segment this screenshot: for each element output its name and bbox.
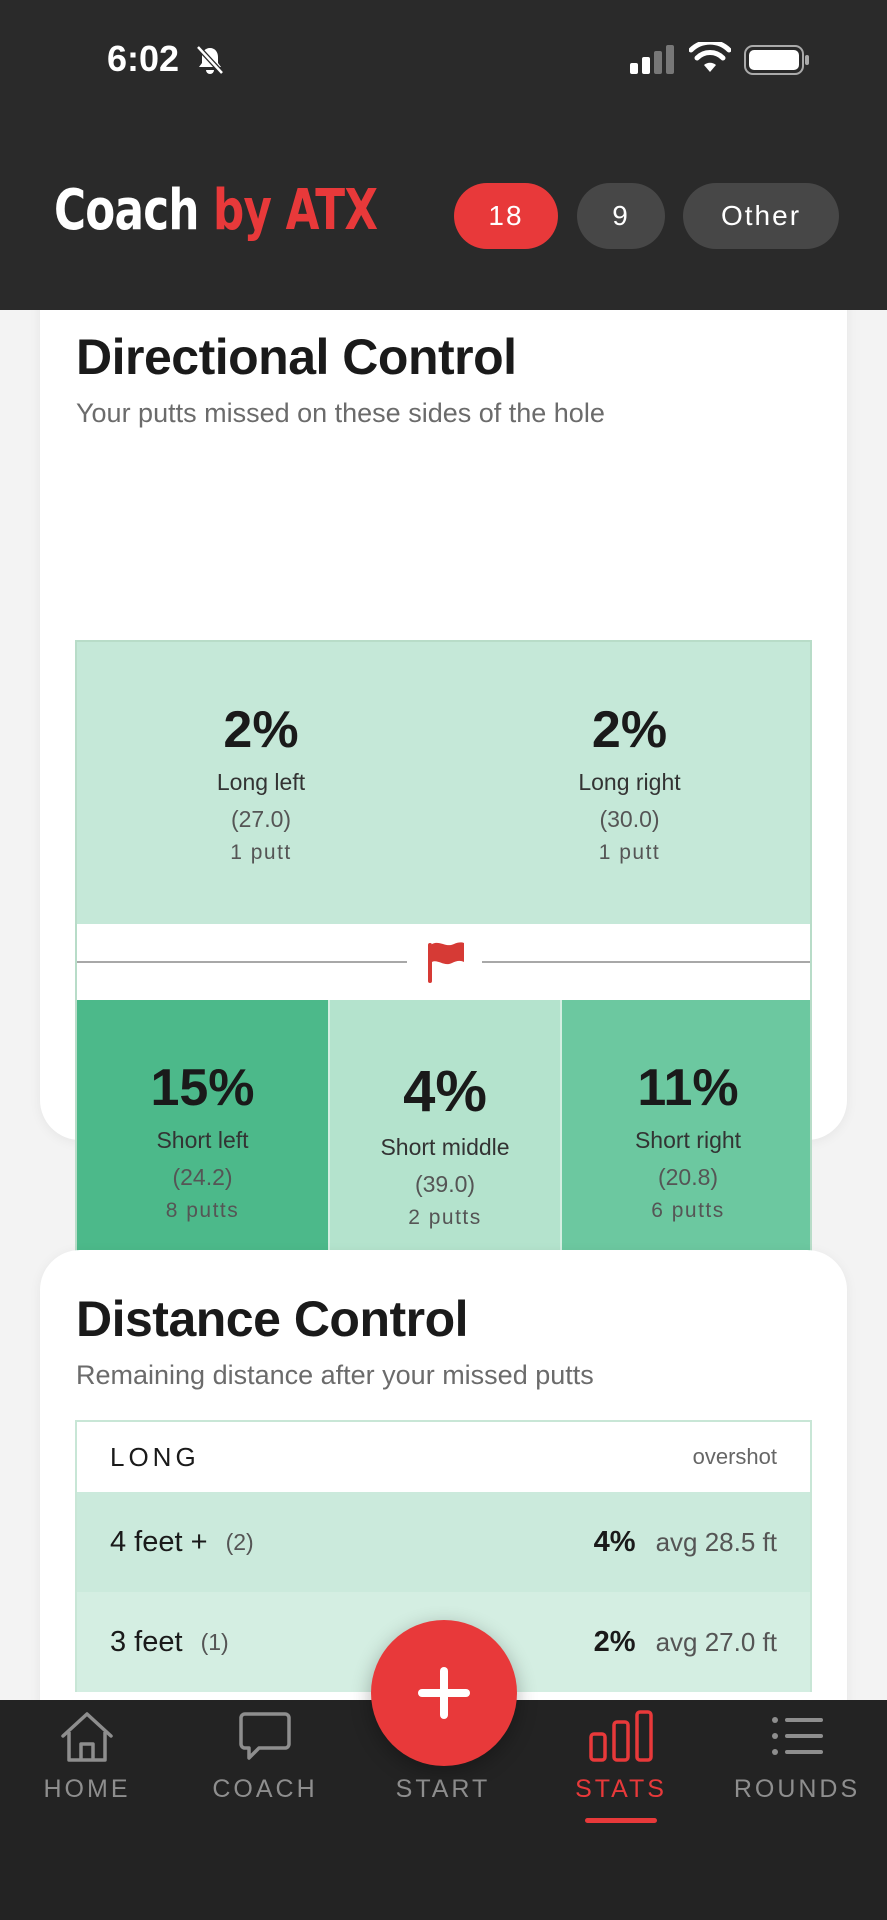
battery-icon [744, 45, 809, 75]
short-left-avg: (24.2) [172, 1164, 233, 1191]
short-right-pct: 11% [637, 1059, 739, 1117]
top-header: 6:02 Coach by ATX 18 9 Other [0, 0, 887, 310]
short-middle-count: 2 putts [408, 1205, 482, 1229]
distance-subtitle: Remaining distance after your missed put… [76, 1360, 594, 1390]
long-left-pct: 2% [223, 701, 299, 759]
row-distance: 4 feet + [110, 1525, 208, 1558]
long-section-header: LONG overshot [77, 1422, 810, 1492]
filter-18-holes[interactable]: 18 [454, 183, 558, 249]
overshot-label: overshot [692, 1444, 777, 1469]
tab-rounds[interactable]: ROUNDS [712, 1700, 882, 1860]
row-avg: avg 27.0 ft [655, 1626, 777, 1657]
tab-stats[interactable]: STATS [536, 1700, 706, 1860]
long-left-avg: (27.0) [230, 806, 292, 833]
long-right-label: Long right [578, 769, 681, 796]
tab-home-label: HOME [43, 1775, 131, 1803]
hole-divider [77, 924, 810, 1000]
tab-start-label: START [395, 1775, 491, 1803]
status-time: 6:02 [107, 38, 180, 79]
short-right-cell[interactable]: 11% Short right (20.8) 6 putts [562, 1059, 810, 1223]
row-pct: 4% [593, 1525, 636, 1558]
tab-stats-label: STATS [575, 1775, 667, 1803]
bar-chart-icon [589, 1710, 653, 1762]
short-left-pct: 15% [150, 1059, 255, 1117]
row-avg: avg 28.5 ft [655, 1526, 777, 1557]
tab-coach-label: COACH [212, 1775, 318, 1803]
distance-title: Distance Control [76, 1291, 469, 1347]
tab-rounds-label: ROUNDS [733, 1775, 861, 1803]
tab-home[interactable]: HOME [2, 1700, 172, 1860]
short-middle-cell[interactable]: 4% Short middle (39.0) 2 putts [330, 1060, 560, 1230]
cellular-signal-icon [630, 45, 674, 74]
directional-control-card: Directional Control Your putts missed on… [40, 180, 847, 1284]
tab-coach[interactable]: COACH [180, 1700, 350, 1860]
row-count: (2) [225, 1528, 254, 1555]
silent-bell-icon [196, 45, 224, 75]
long-right-count: 1 putt [598, 841, 661, 865]
brand-by-atx: by ATX [213, 178, 378, 243]
app-screen: 6:02 Coach by ATX 18 9 Other Directional… [0, 0, 887, 1920]
long-left-cell[interactable]: 2% Long left (27.0) 1 putt [77, 701, 445, 865]
divider-line-left [77, 961, 407, 963]
divider-line-right [482, 961, 810, 963]
wifi-icon [689, 42, 731, 72]
filter-9-holes[interactable]: 9 [577, 183, 665, 249]
long-left-count: 1 putt [230, 841, 292, 865]
long-header-label: LONG [110, 1441, 200, 1472]
chat-bubble-icon [239, 1712, 291, 1760]
plus-icon [418, 1667, 470, 1719]
directional-title: Directional Control [76, 329, 517, 385]
active-tab-indicator [585, 1818, 657, 1823]
short-right-avg: (20.8) [657, 1164, 719, 1191]
start-round-button[interactable] [371, 1620, 517, 1766]
directional-subtitle: Your putts missed on these sides of the … [76, 398, 605, 428]
brand-coach: Coach [54, 178, 199, 243]
short-left-label: Short left [156, 1127, 249, 1154]
row-distance: 3 feet [110, 1625, 183, 1658]
short-left-count: 8 putts [165, 1199, 240, 1223]
row-pct: 2% [593, 1625, 636, 1658]
directional-grid: 2% Long left (27.0) 1 putt 2% Long right… [75, 640, 812, 1284]
long-right-cell[interactable]: 2% Long right (30.0) 1 putt [445, 701, 810, 865]
short-middle-label: Short middle [380, 1133, 510, 1160]
brand-logo: Coach by ATX [54, 178, 378, 243]
long-right-avg: (30.0) [599, 806, 660, 833]
list-icon [772, 1717, 823, 1755]
short-right-label: Short right [634, 1127, 742, 1154]
short-right-count: 6 putts [651, 1199, 725, 1223]
long-left-label: Long left [216, 769, 306, 796]
short-left-cell[interactable]: 15% Short left (24.2) 8 putts [77, 1059, 328, 1223]
home-icon [61, 1712, 113, 1762]
row-count: (1) [200, 1628, 229, 1655]
short-middle-avg: (39.0) [414, 1170, 476, 1197]
flag-icon [428, 942, 464, 983]
filter-other[interactable]: Other [683, 183, 839, 249]
table-row[interactable]: 4 feet + (2) 4% avg 28.5 ft [77, 1492, 810, 1592]
long-right-pct: 2% [591, 701, 668, 759]
short-middle-pct: 4% [403, 1059, 487, 1124]
